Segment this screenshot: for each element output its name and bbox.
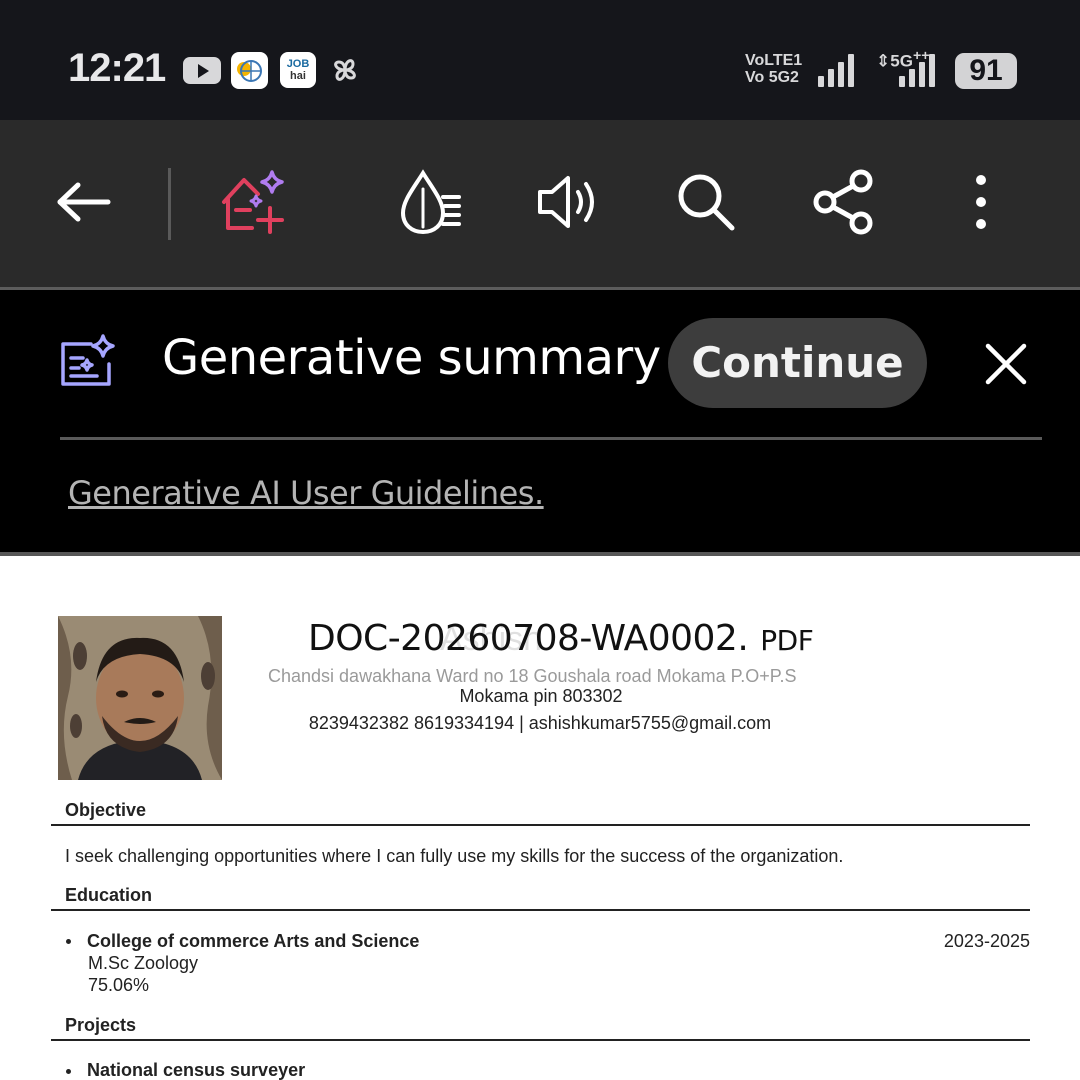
toolbar xyxy=(0,120,1080,290)
jobhai-label-1: JOB xyxy=(286,58,310,70)
clock: 12:21 xyxy=(68,46,166,90)
ai-guidelines-link[interactable]: Generative AI User Guidelines. xyxy=(68,474,544,512)
network-line-2: Vo 5G2 xyxy=(745,69,799,86)
address-line-1: Chandsi dawakhana Ward no 18 Goushala ro… xyxy=(268,666,797,686)
ai-assistant-icon[interactable] xyxy=(212,162,296,242)
back-arrow-icon[interactable] xyxy=(44,162,124,242)
network-line-1: VoLTE1 xyxy=(745,52,803,69)
section-rule xyxy=(51,909,1030,911)
address-line-2: Mokama pin 803302 xyxy=(459,686,623,706)
summary-title: Generative summary xyxy=(162,330,661,386)
section-rule xyxy=(51,1039,1030,1041)
contact-info: 8239432382 8619334194 | ashishkumar5755@… xyxy=(308,713,772,733)
education-date: 2023-2025 xyxy=(943,931,1030,951)
share-icon[interactable] xyxy=(804,162,884,242)
document-page: Ashish DOC-20260708-WA0002. PDF Chandsi d… xyxy=(0,560,1080,1080)
status-bar: 12:21 JOB hai VoLTE1 Vo 5G2 ⇕5G++ 91 xyxy=(0,0,1080,120)
signal-icon-2 xyxy=(899,54,935,87)
project-title: National census surveyer xyxy=(87,1060,306,1080)
search-icon[interactable] xyxy=(666,162,746,242)
projects-heading: Projects xyxy=(65,1015,137,1035)
continue-button[interactable]: Continue xyxy=(668,318,927,408)
pinwheel-app-icon xyxy=(327,52,363,88)
generative-summary-panel: Generative summary Continue Generative A… xyxy=(0,290,1080,556)
close-icon[interactable] xyxy=(982,340,1030,388)
summary-divider xyxy=(60,437,1042,440)
battery-indicator: 91 xyxy=(955,53,1017,89)
jobhai-app-icon: JOB hai xyxy=(280,52,316,88)
network-indicator: VoLTE1 Vo 5G2 xyxy=(745,52,802,86)
objective-text: I seek challenging opportunities where I… xyxy=(65,846,844,866)
reading-mode-icon[interactable] xyxy=(390,162,470,242)
list-bullet xyxy=(66,939,71,944)
more-options-icon[interactable] xyxy=(941,162,1021,242)
education-degree: M.Sc Zoology xyxy=(88,953,199,973)
education-institution: College of commerce Arts and Science xyxy=(87,931,420,951)
document-title-name: DOC-20260708-WA0002. xyxy=(308,618,749,659)
list-bullet xyxy=(66,1069,71,1074)
education-heading: Education xyxy=(65,885,153,905)
read-aloud-icon[interactable] xyxy=(528,162,608,242)
weather-app-icon xyxy=(231,52,268,89)
youtube-icon xyxy=(183,57,221,84)
jobhai-label-2: hai xyxy=(290,70,306,82)
education-score: 75.06% xyxy=(88,975,150,995)
objective-heading: Objective xyxy=(65,800,147,820)
signal-icon xyxy=(818,54,854,87)
document-title-ext: PDF xyxy=(760,624,814,657)
section-rule xyxy=(51,824,1030,826)
document-title: DOC-20260708-WA0002. PDF xyxy=(308,618,814,659)
generative-summary-icon xyxy=(61,334,115,386)
toolbar-divider xyxy=(168,168,171,240)
